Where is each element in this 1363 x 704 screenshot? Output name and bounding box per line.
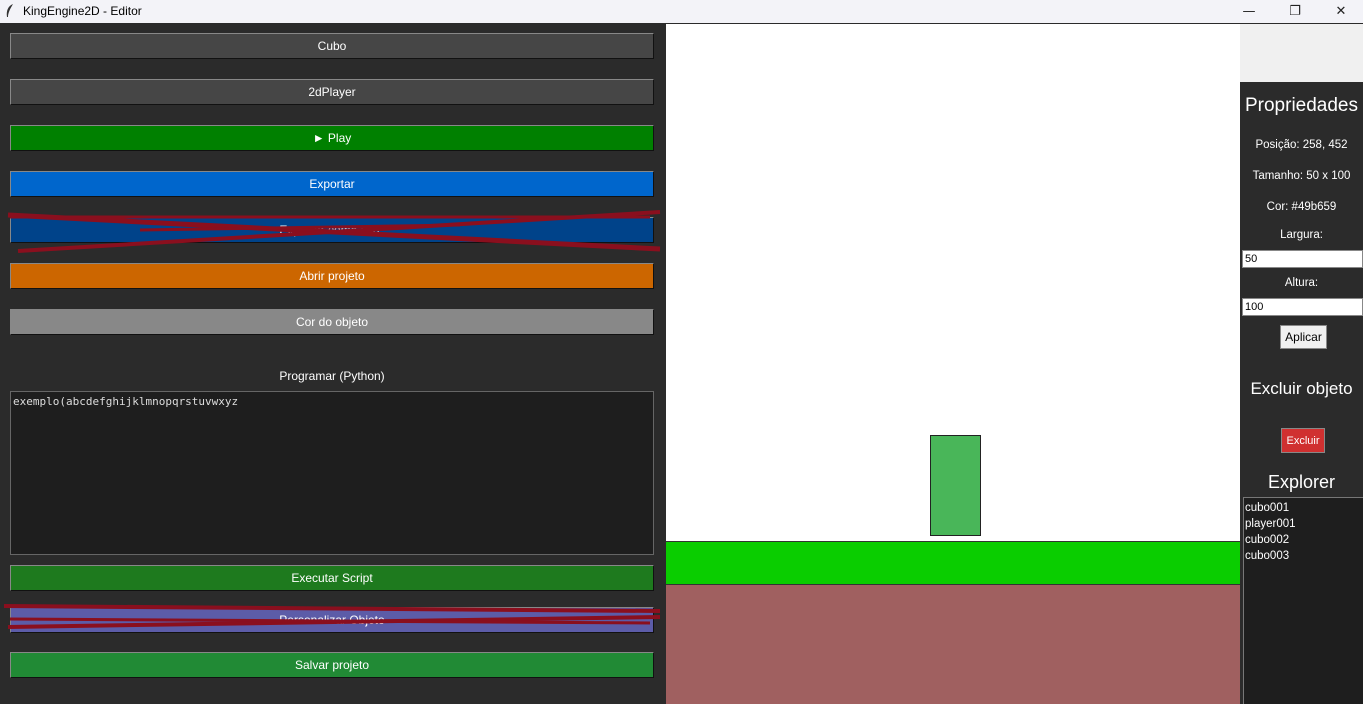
- player-object[interactable]: [930, 435, 981, 536]
- feather-icon: [6, 4, 13, 17]
- properties-panel: Propriedades Posição: 258, 452 Tamanho: …: [1240, 24, 1363, 704]
- list-item[interactable]: player001: [1245, 516, 1362, 532]
- maximize-button[interactable]: ❐: [1272, 0, 1318, 23]
- explorer-title: Explorer: [1267, 472, 1336, 492]
- height-input[interactable]: 100: [1242, 298, 1363, 316]
- salvar-projeto-button[interactable]: Salvar projeto: [10, 652, 654, 678]
- play-button[interactable]: ► Play: [10, 125, 654, 151]
- delete-title: Excluir objeto: [1250, 379, 1353, 398]
- close-button[interactable]: ✕: [1318, 0, 1363, 23]
- panel-spacer: [1240, 24, 1363, 82]
- ground-object[interactable]: [666, 541, 1240, 585]
- width-input[interactable]: 50: [1242, 250, 1363, 268]
- width-label: Largura:: [1280, 229, 1323, 241]
- cor-objeto-button[interactable]: Cor do objeto: [10, 309, 654, 335]
- 2dplayer-button[interactable]: 2dPlayer: [10, 79, 654, 105]
- position-label: Posição: 258, 452: [1255, 139, 1348, 151]
- close-icon: ✕: [1335, 4, 1347, 19]
- size-label: Tamanho: 50 x 100: [1252, 170, 1351, 182]
- executar-script-button[interactable]: Executar Script: [10, 565, 654, 591]
- code-label: Programar (Python): [279, 369, 385, 383]
- minimize-icon: —: [1242, 4, 1256, 19]
- title-bar: KingEngine2D - Editor — ❐ ✕: [0, 0, 1363, 23]
- color-label: Cor: #49b659: [1266, 201, 1337, 213]
- height-label: Altura:: [1284, 277, 1319, 289]
- properties-title: Propriedades: [1244, 95, 1359, 116]
- exportar-exe-button[interactable]: Exportar como EXE: [10, 217, 654, 243]
- explorer-list[interactable]: cubo001 player001 cubo002 cubo003: [1243, 497, 1363, 704]
- scene-canvas[interactable]: [666, 24, 1240, 704]
- list-item[interactable]: cubo003: [1245, 548, 1362, 564]
- maximize-icon: ❐: [1289, 4, 1301, 19]
- personalizar-objeto-button[interactable]: Personalizar Objeto: [10, 607, 654, 633]
- dirt-object[interactable]: [666, 585, 1240, 704]
- apply-button[interactable]: Aplicar: [1280, 325, 1327, 349]
- minimize-button[interactable]: —: [1226, 0, 1272, 23]
- delete-button[interactable]: Excluir: [1281, 428, 1325, 453]
- exportar-button[interactable]: Exportar: [10, 171, 654, 197]
- list-item[interactable]: cubo001: [1245, 500, 1362, 516]
- window-title: KingEngine2D - Editor: [23, 4, 142, 18]
- left-panel: Cubo 2dPlayer ► Play Exportar Exportar c…: [0, 23, 664, 704]
- abrir-projeto-button[interactable]: Abrir projeto: [10, 263, 654, 289]
- list-item[interactable]: cubo002: [1245, 532, 1362, 548]
- cubo-button[interactable]: Cubo: [10, 33, 654, 59]
- code-editor[interactable]: exemplo(abcdefghijklmnopqrstuvwxyz: [10, 391, 654, 555]
